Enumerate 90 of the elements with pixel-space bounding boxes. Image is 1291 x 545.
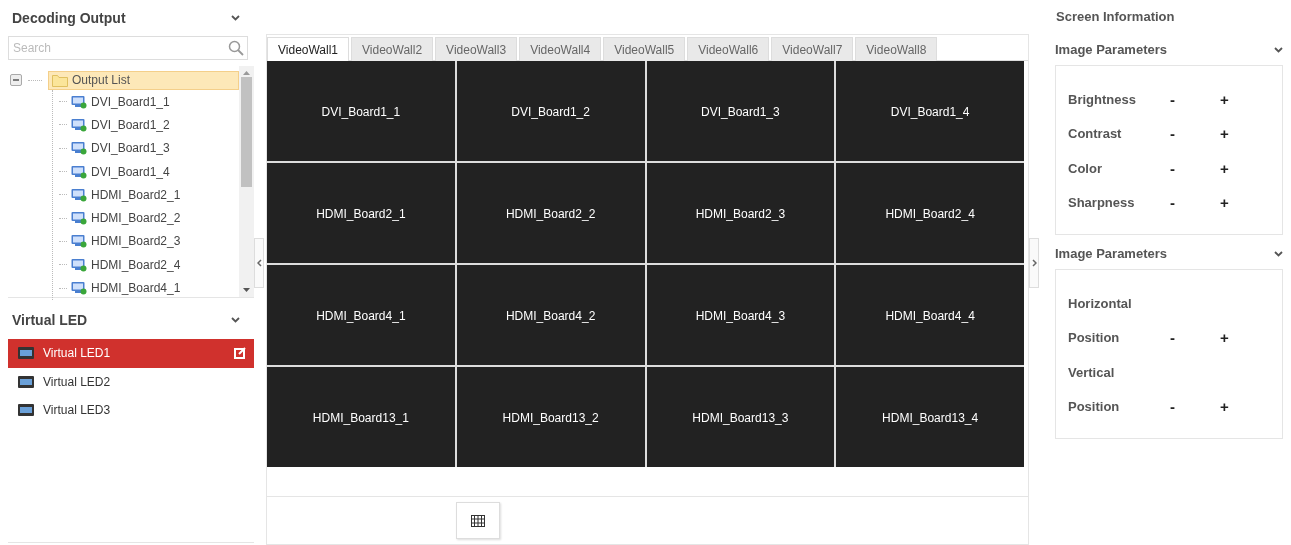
- led-icon: [18, 347, 34, 360]
- tree-item[interactable]: DVI_Board1_3: [53, 136, 239, 160]
- led-icon: [18, 404, 34, 417]
- tree-item[interactable]: HDMI_Board4_1: [53, 276, 239, 300]
- wall-screen[interactable]: HDMI_Board13_4: [836, 367, 1024, 467]
- wall-tab[interactable]: VideoWall1: [267, 37, 350, 61]
- chevron-down-icon[interactable]: [231, 317, 240, 323]
- wall-screen[interactable]: HDMI_Board2_2: [456, 163, 645, 263]
- decrease-button[interactable]: -: [1169, 194, 1175, 212]
- tree-item[interactable]: Output List: [48, 70, 239, 90]
- display-icon: [71, 187, 87, 202]
- chevron-down-icon[interactable]: [1274, 250, 1283, 257]
- wall-screen[interactable]: HDMI_Board13_3: [646, 367, 835, 467]
- panel-title: Screen Information: [1055, 9, 1176, 26]
- wall-tab[interactable]: VideoWall7: [771, 37, 854, 61]
- parameter-label: Brightness: [1068, 91, 1137, 107]
- display-icon: [71, 257, 87, 272]
- edit-icon[interactable]: [234, 347, 246, 360]
- wall-screen[interactable]: HDMI_Board13_1: [267, 367, 455, 467]
- search-icon[interactable]: [228, 40, 244, 56]
- wall-tab[interactable]: VideoWall3: [435, 37, 518, 61]
- section-title: Image Parameters: [1055, 42, 1167, 57]
- parameter-label: Sharpness: [1068, 195, 1136, 211]
- wall-screen[interactable]: HDMI_Board2_4: [836, 163, 1024, 263]
- led-list-item[interactable]: Virtual LED1: [8, 339, 254, 368]
- collapse-toggle[interactable]: [10, 74, 22, 86]
- parameter-label: Position: [1068, 399, 1121, 415]
- tree-item[interactable]: DVI_Board1_4: [53, 159, 239, 184]
- minus-icon: [12, 76, 20, 84]
- increase-button[interactable]: +: [1219, 125, 1229, 143]
- parameter-label: Position: [1068, 330, 1121, 346]
- display-icon: [71, 141, 87, 156]
- section-title: Image Parameters: [1055, 246, 1167, 261]
- decrease-button[interactable]: -: [1169, 125, 1175, 143]
- led-list-item[interactable]: Virtual LED2: [8, 367, 254, 396]
- wall-screen[interactable]: HDMI_Board4_2: [456, 265, 645, 365]
- panel-title: Decoding Output: [12, 10, 126, 26]
- tree-item[interactable]: HDMI_Board2_1: [53, 183, 239, 207]
- increase-button[interactable]: +: [1219, 329, 1229, 347]
- increase-button[interactable]: +: [1219, 398, 1229, 416]
- scroll-down-icon[interactable]: [243, 288, 250, 292]
- display-icon: [71, 281, 87, 295]
- parameter-label: Horizontal: [1068, 295, 1133, 311]
- expand-handle[interactable]: [1029, 237, 1039, 288]
- scrollbar[interactable]: [239, 66, 254, 297]
- wall-screen[interactable]: HDMI_Board2_3: [646, 163, 835, 263]
- decrease-button[interactable]: -: [1169, 159, 1175, 177]
- tree-item[interactable]: DVI_Board1_1: [53, 90, 239, 114]
- parameter-label: Vertical: [1068, 364, 1116, 380]
- decrease-button[interactable]: -: [1169, 90, 1175, 108]
- wall-tab[interactable]: VideoWall4: [519, 37, 602, 61]
- wall-screen[interactable]: DVI_Board1_1: [267, 61, 455, 161]
- led-icon: [18, 375, 34, 388]
- tree-item[interactable]: HDMI_Board2_2: [53, 206, 239, 230]
- folder-icon: [52, 73, 68, 87]
- tree-item[interactable]: HDMI_Board2_3: [53, 229, 239, 254]
- wall-tab[interactable]: VideoWall8: [855, 37, 938, 61]
- decrease-button[interactable]: -: [1169, 329, 1175, 347]
- panel-title: Virtual LED: [12, 312, 88, 328]
- display-icon: [71, 164, 87, 179]
- display-icon: [71, 117, 87, 132]
- wall-screen[interactable]: DVI_Board1_3: [646, 61, 835, 161]
- wall-screen[interactable]: HDMI_Board2_1: [267, 163, 455, 263]
- collapse-handle[interactable]: [254, 237, 264, 288]
- search-field[interactable]: Search: [8, 36, 248, 60]
- tree-item[interactable]: HDMI_Board2_4: [53, 253, 239, 277]
- parameter-label: Color: [1068, 160, 1103, 176]
- display-icon: [71, 211, 87, 226]
- wall-tab[interactable]: VideoWall6: [687, 37, 770, 61]
- chevron-down-icon[interactable]: [1274, 46, 1283, 53]
- layout-button[interactable]: [456, 502, 500, 539]
- wall-tab[interactable]: VideoWall5: [603, 37, 686, 61]
- wall-screen[interactable]: HDMI_Board4_4: [836, 265, 1024, 365]
- tree-item[interactable]: DVI_Board1_2: [53, 113, 239, 137]
- display-icon: [71, 94, 87, 109]
- wall-screen[interactable]: HDMI_Board4_1: [267, 265, 455, 365]
- parameter-label: Contrast: [1068, 126, 1123, 142]
- increase-button[interactable]: +: [1219, 194, 1229, 212]
- wall-screen[interactable]: HDMI_Board4_3: [646, 265, 835, 365]
- wall-tab[interactable]: VideoWall2: [351, 37, 434, 61]
- chevron-down-icon[interactable]: [231, 15, 240, 21]
- wall-screen[interactable]: DVI_Board1_2: [456, 61, 645, 161]
- increase-button[interactable]: +: [1219, 159, 1229, 177]
- wall-screen[interactable]: HDMI_Board13_2: [456, 367, 645, 467]
- grid-icon: [471, 514, 485, 527]
- display-icon: [71, 234, 87, 249]
- increase-button[interactable]: +: [1219, 90, 1229, 108]
- led-list-item[interactable]: Virtual LED3: [8, 396, 254, 425]
- decrease-button[interactable]: -: [1169, 398, 1175, 416]
- wall-screen[interactable]: DVI_Board1_4: [836, 61, 1024, 161]
